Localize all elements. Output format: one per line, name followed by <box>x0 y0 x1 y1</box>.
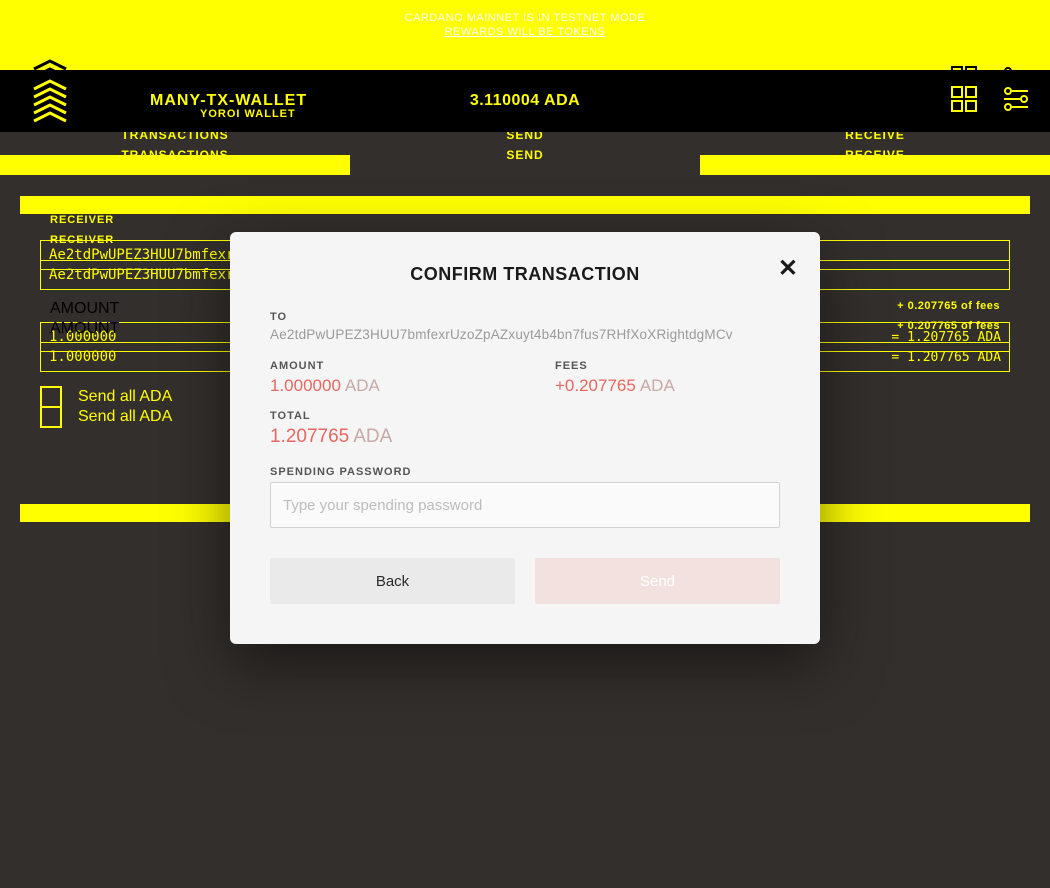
send-button[interactable]: Send <box>535 558 780 604</box>
amount-number: 1.000000 <box>270 376 341 395</box>
amount-value: 1.000000ADA <box>270 376 495 396</box>
currency-label: ADA <box>345 376 380 395</box>
fees-block: FEES +0.207765ADA <box>555 360 780 396</box>
currency-label: ADA <box>640 376 675 395</box>
amount-block: AMOUNT 1.000000ADA <box>270 360 495 396</box>
back-button[interactable]: Back <box>270 558 515 604</box>
modal-overlay: ✕ CONFIRM TRANSACTION TO Ae2tdPwUPEZ3HUU… <box>0 0 1050 888</box>
password-block: SPENDING PASSWORD <box>270 466 780 528</box>
spending-password-input[interactable] <box>270 482 780 528</box>
fees-value: +0.207765ADA <box>555 376 780 396</box>
total-label: TOTAL <box>270 410 780 422</box>
dialog-title: CONFIRM TRANSACTION <box>270 264 780 285</box>
total-block: TOTAL 1.207765ADA <box>270 410 780 448</box>
confirm-transaction-dialog: ✕ CONFIRM TRANSACTION TO Ae2tdPwUPEZ3HUU… <box>230 232 820 644</box>
password-label: SPENDING PASSWORD <box>270 466 780 478</box>
currency-label: ADA <box>353 426 392 447</box>
amount-label: AMOUNT <box>270 360 495 372</box>
total-number: 1.207765 <box>270 426 349 447</box>
fees-label: FEES <box>555 360 780 372</box>
to-label: TO <box>270 311 780 323</box>
total-value: 1.207765ADA <box>270 426 780 448</box>
fees-number: +0.207765 <box>555 376 636 395</box>
to-address: Ae2tdPwUPEZ3HUU7bmfexrUzoZpAZxuyt4b4bn7f… <box>270 327 780 342</box>
close-icon[interactable]: ✕ <box>778 254 798 283</box>
